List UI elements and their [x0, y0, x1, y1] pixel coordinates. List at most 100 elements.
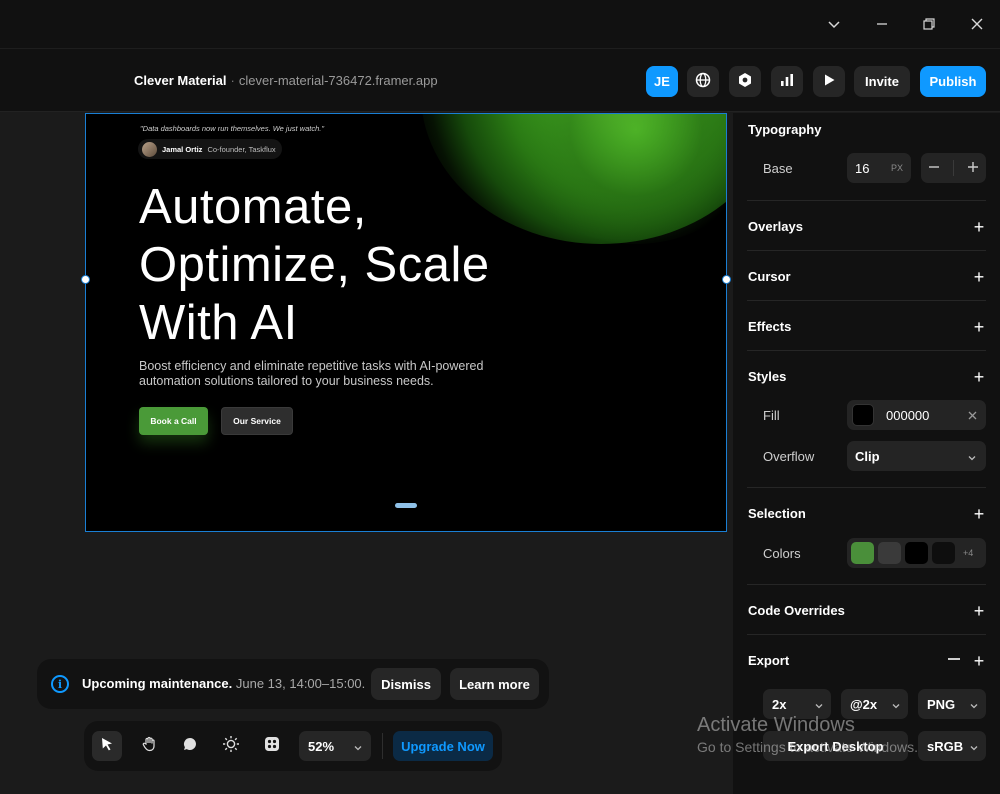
resize-handle-left[interactable] [81, 275, 90, 284]
user-avatar[interactable]: JE [646, 66, 678, 97]
divider [747, 350, 986, 351]
divider [747, 250, 986, 251]
invite-button[interactable]: Invite [854, 66, 910, 97]
restore-icon[interactable] [915, 10, 943, 38]
bar-chart-icon [779, 72, 795, 91]
typography-title: Typography [748, 122, 822, 137]
color-swatch-gray[interactable] [878, 542, 901, 564]
hand-icon [141, 736, 157, 757]
fill-color-swatch[interactable] [852, 404, 874, 426]
zoom-select[interactable]: 52% [299, 731, 371, 761]
book-call-button[interactable]: Book a Call [139, 407, 208, 435]
more-colors-count[interactable]: +4 [963, 548, 973, 558]
chevron-down-icon [891, 699, 901, 714]
chevron-down-icon [967, 451, 977, 466]
overflow-select[interactable]: Clip [847, 441, 986, 471]
author-name: Jamal Ortiz [162, 144, 203, 154]
headline-line-1: Automate, [139, 180, 367, 234]
toolbar-divider [382, 733, 383, 759]
add-cursor-icon[interactable]: + [972, 268, 986, 286]
app-header: Clever Material · clever-material-736472.f… [0, 48, 1000, 112]
add-effect-icon[interactable]: + [972, 318, 986, 336]
plugins-tool[interactable] [257, 731, 287, 761]
zoom-value: 52% [308, 738, 335, 754]
settings-button[interactable] [729, 66, 761, 97]
color-profile-select[interactable]: sRGB [918, 731, 986, 761]
hero-subtitle: Boost efficiency and eliminate repetitiv… [139, 359, 484, 388]
add-selection-icon[interactable]: + [972, 505, 986, 523]
export-title: Export [748, 653, 790, 668]
theme-tool[interactable] [216, 731, 246, 761]
author-badge: Jamal Ortiz Co-founder, Taskflux [138, 139, 282, 159]
add-overlay-icon[interactable]: + [972, 218, 986, 236]
chevron-down-icon[interactable] [820, 10, 848, 38]
notice-title: Upcoming maintenance. [82, 676, 233, 691]
color-swatch-green[interactable] [851, 542, 874, 564]
our-service-button[interactable]: Our Service [221, 407, 293, 435]
properties-panel: Typography Base 16 PX Overlays + Cursor … [733, 113, 1000, 794]
fill-value: 000000 [886, 407, 930, 423]
overflow-value: Clip [855, 448, 880, 464]
fill-input[interactable]: 000000 [847, 400, 986, 430]
preview-button[interactable] [813, 66, 845, 97]
add-code-override-icon[interactable]: + [972, 602, 986, 620]
selection-colors[interactable]: +4 [847, 538, 986, 568]
publish-button[interactable]: Publish [920, 66, 986, 97]
fill-label: Fill [763, 408, 780, 423]
export-format-select[interactable]: PNG [918, 689, 986, 719]
add-export-icon[interactable]: + [972, 652, 986, 670]
divider [747, 300, 986, 301]
minus-icon[interactable] [928, 161, 940, 176]
info-icon: i [51, 675, 69, 693]
hero-headline: Automate, Optimize, Scale With AI [139, 178, 559, 352]
add-style-icon[interactable]: + [972, 368, 986, 386]
project-url[interactable]: clever-material-736472.framer.app [239, 73, 438, 88]
chevron-down-icon [814, 699, 824, 714]
learn-more-button[interactable]: Learn more [450, 668, 539, 700]
chevron-down-icon [353, 741, 363, 756]
export-format-value: PNG [927, 696, 956, 712]
cursor-arrow-icon [99, 736, 115, 757]
desktop-frame[interactable]: "Data dashboards now run themselves. We … [85, 113, 727, 532]
project-name[interactable]: Clever Material [134, 73, 227, 88]
headline-line-2: Optimize, Scale [139, 238, 490, 292]
close-icon[interactable] [963, 10, 991, 38]
slide-indicator[interactable] [395, 503, 417, 508]
plus-icon[interactable] [967, 161, 979, 176]
watermark-line-2: Go to Settings to activate Windows. [697, 739, 918, 755]
author-avatar [142, 141, 157, 157]
select-tool[interactable] [92, 731, 122, 761]
color-swatch-dark[interactable] [932, 542, 955, 564]
overflow-label: Overflow [763, 449, 815, 464]
comment-tool[interactable] [175, 731, 205, 761]
color-swatch-black[interactable] [905, 542, 928, 564]
base-size-stepper[interactable] [921, 153, 986, 183]
divider [747, 487, 986, 488]
chevron-down-icon [969, 699, 979, 714]
resize-handle-right[interactable] [722, 275, 731, 284]
canvas-toolbar: 52% Upgrade Now [84, 721, 502, 771]
base-size-input[interactable]: 16 PX [847, 153, 911, 183]
base-size-value: 16 [855, 160, 870, 176]
overlays-title: Overlays [748, 219, 803, 234]
minimize-icon[interactable] [868, 10, 896, 38]
dismiss-button[interactable]: Dismiss [371, 668, 441, 700]
headline-line-3: With AI [139, 296, 298, 350]
remove-export-icon[interactable] [947, 651, 961, 670]
notice-text: Upcoming maintenance. June 13, 14:00–15:… [82, 676, 365, 691]
divider [747, 200, 986, 201]
selection-title: Selection [748, 506, 806, 521]
hand-tool[interactable] [134, 731, 164, 761]
comment-icon [182, 736, 198, 757]
styles-title: Styles [748, 369, 787, 384]
analytics-button[interactable] [771, 66, 803, 97]
divider [747, 634, 986, 635]
chevron-down-icon [969, 741, 979, 756]
clear-fill-icon[interactable] [968, 408, 977, 423]
windows-activation-watermark: Activate Windows Go to Settings to activ… [697, 714, 918, 755]
colors-label: Colors [763, 546, 801, 561]
globe-button[interactable] [687, 66, 719, 97]
notice-detail: June 13, 14:00–15:00. [235, 676, 366, 691]
divider [747, 584, 986, 585]
upgrade-button[interactable]: Upgrade Now [393, 731, 493, 761]
